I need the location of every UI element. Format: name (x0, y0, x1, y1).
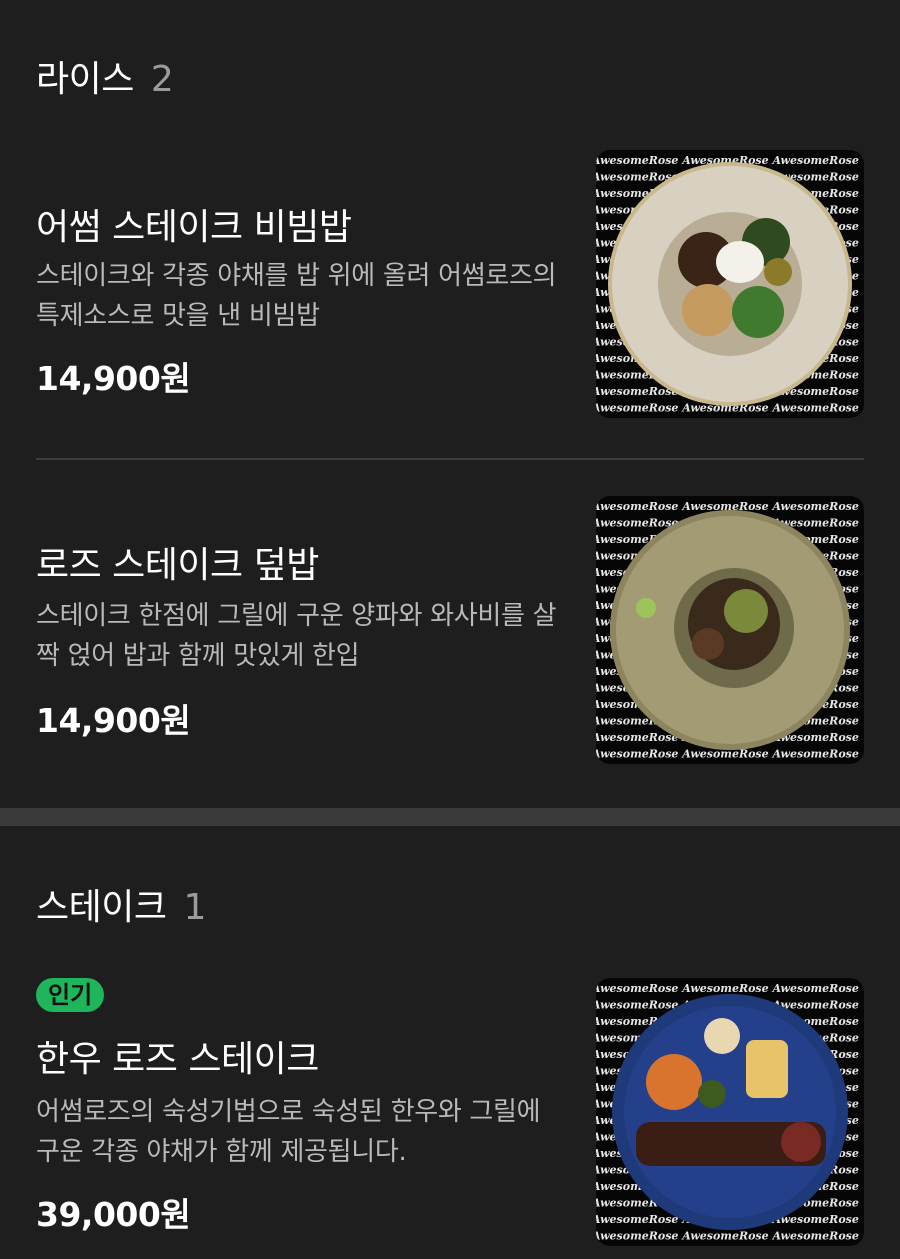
menu-item-rose-steak-rice-bowl[interactable]: 로즈 스테이크 덮밥 스테이크 한점에 그릴에 구운 양파와 와사비를 살짝 얹… (36, 496, 864, 764)
menu-item-name: 로즈 스테이크 덮밥 (36, 545, 319, 586)
menu-item-price: 14,900원 (36, 701, 191, 740)
section-item-count: 2 (150, 59, 174, 100)
popular-badge: 인기 (36, 978, 105, 1012)
section-item-count: 1 (183, 887, 206, 928)
menu-item-description: 스테이크와 각종 야채를 밥 위에 올려 어썸로즈의 특제소스로 맛을 낸 비빔… (36, 261, 557, 331)
section-rice: 라이스 2 어썸 스테이크 비빔밥 스테이크와 각종 야채를 밥 위에 올려 어… (0, 0, 900, 808)
section-title-text: 라이스 (36, 59, 134, 100)
menu-item-name: 어썸 스테이크 비빔밥 (36, 207, 352, 248)
section-title-rice: 라이스 2 (36, 50, 174, 102)
menu-item-price: 39,000원 (36, 1195, 191, 1234)
steak-rice-bowl-photo[interactable]: AwesomeRose AwesomeRose AwesomeRose Aweso… (596, 496, 864, 764)
steak-plate-photo-drawing: AwesomeRose AwesomeRose AwesomeRose Aweso… (596, 982, 859, 1243)
menu-item-steak-bibimbap[interactable]: 어썸 스테이크 비빔밥 스테이크와 각종 야채를 밥 위에 올려 어썸로즈의 특… (36, 150, 864, 422)
bibimbap-photo-drawing: AwesomeRose AwesomeRose AwesomeRoseAweso… (596, 154, 859, 415)
item-divider (36, 458, 864, 460)
section-separator (0, 808, 900, 826)
section-title-steak: 스테이크 1 (36, 878, 206, 930)
svg-text:AwesomeRose AwesomeRose Awesom: AwesomeRose AwesomeRose AwesomeRose (596, 982, 859, 995)
section-steak: 스테이크 1 인기 한우 로즈 스테이크 어썸로즈의 숙성기법으로 숙성된 한우… (0, 826, 900, 1259)
menu-item-hanwoo-rose-steak[interactable]: 인기 한우 로즈 스테이크 어썸로즈의 숙성기법으로 숙성된 한우와 그릴에 구… (36, 978, 864, 1246)
menu-item-description: 스테이크 한점에 그릴에 구운 양파와 와사비를 살짝 얹어 밥과 함께 맛있게… (36, 601, 557, 671)
menu-item-description: 어썸로즈의 숙성기법으로 숙성된 한우와 그릴에 구운 각종 야채가 함께 제공… (36, 1097, 541, 1167)
menu-item-price: 14,900원 (36, 359, 191, 398)
steak-rice-bowl-photo-drawing: AwesomeRose AwesomeRose AwesomeRoseAweso… (596, 500, 859, 761)
menu-item-name: 한우 로즈 스테이크 (36, 1039, 319, 1080)
bibimbap-photo[interactable]: AwesomeRose AwesomeRose AwesomeRose Aweso… (596, 150, 864, 418)
section-title-text: 스테이크 (36, 887, 167, 928)
svg-text:AwesomeRose AwesomeRose Awesom: AwesomeRose AwesomeRose AwesomeRose (596, 1230, 859, 1243)
steak-plate-photo[interactable]: AwesomeRose AwesomeRose AwesomeRose Aweso… (596, 978, 864, 1246)
